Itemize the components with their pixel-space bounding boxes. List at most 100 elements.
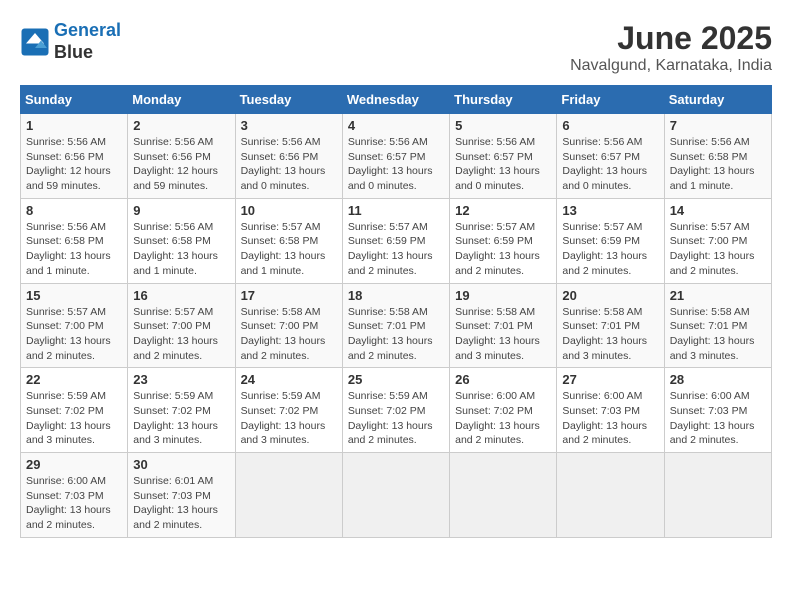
- header-monday: Monday: [128, 86, 235, 114]
- day-info: Sunrise: 5:56 AMSunset: 6:56 PMDaylight:…: [241, 135, 337, 194]
- day-number: 26: [455, 372, 551, 387]
- logo-text-blue: Blue: [54, 42, 93, 62]
- table-cell: 22 Sunrise: 5:59 AMSunset: 7:02 PMDayligh…: [21, 368, 128, 453]
- title-section: June 2025 Navalgund, Karnataka, India: [570, 20, 772, 75]
- day-number: 11: [348, 203, 444, 218]
- table-cell: 7 Sunrise: 5:56 AMSunset: 6:58 PMDaylight…: [664, 114, 771, 199]
- logo: General Blue: [20, 20, 121, 63]
- table-cell: 3 Sunrise: 5:56 AMSunset: 6:56 PMDaylight…: [235, 114, 342, 199]
- table-row: 8 Sunrise: 5:56 AMSunset: 6:58 PMDaylight…: [21, 198, 772, 283]
- day-number: 19: [455, 288, 551, 303]
- table-cell: 13 Sunrise: 5:57 AMSunset: 6:59 PMDayligh…: [557, 198, 664, 283]
- day-number: 23: [133, 372, 229, 387]
- day-number: 8: [26, 203, 122, 218]
- day-number: 28: [670, 372, 766, 387]
- day-number: 20: [562, 288, 658, 303]
- table-cell: 29Sunrise: 6:00 AMSunset: 7:03 PMDayligh…: [21, 453, 128, 538]
- day-number: 2: [133, 118, 229, 133]
- day-number: 1: [26, 118, 122, 133]
- calendar-title: June 2025: [570, 20, 772, 57]
- table-cell: [235, 453, 342, 538]
- day-number: 17: [241, 288, 337, 303]
- header-friday: Friday: [557, 86, 664, 114]
- day-info: Sunrise: 5:57 AMSunset: 6:58 PMDaylight:…: [241, 220, 337, 279]
- table-row: 15 Sunrise: 5:57 AMSunset: 7:00 PMDayligh…: [21, 283, 772, 368]
- day-number: 7: [670, 118, 766, 133]
- day-info: Sunrise: 6:00 AMSunset: 7:03 PMDaylight:…: [562, 389, 658, 448]
- day-info: Sunrise: 5:57 AMSunset: 7:00 PMDaylight:…: [670, 220, 766, 279]
- header-tuesday: Tuesday: [235, 86, 342, 114]
- day-number: 27: [562, 372, 658, 387]
- table-cell: 15Sunrise: 5:57 AMSunset: 7:00 PMDayligh…: [21, 283, 128, 368]
- header-saturday: Saturday: [664, 86, 771, 114]
- day-info: Sunrise: 5:58 AMSunset: 7:01 PMDaylight:…: [670, 305, 766, 364]
- table-cell: 14 Sunrise: 5:57 AMSunset: 7:00 PMDayligh…: [664, 198, 771, 283]
- table-cell: [342, 453, 449, 538]
- table-cell: 6 Sunrise: 5:56 AMSunset: 6:57 PMDaylight…: [557, 114, 664, 199]
- day-info: Sunrise: 5:56 AMSunset: 6:57 PMDaylight:…: [348, 135, 444, 194]
- calendar-subtitle: Navalgund, Karnataka, India: [570, 57, 772, 75]
- day-info: Sunrise: 6:00 AMSunset: 7:02 PMDaylight:…: [455, 389, 551, 448]
- day-number: 24: [241, 372, 337, 387]
- day-info: Sunrise: 5:57 AMSunset: 7:00 PMDaylight:…: [133, 305, 229, 364]
- table-cell: 18Sunrise: 5:58 AMSunset: 7:01 PMDayligh…: [342, 283, 449, 368]
- logo-text-general: General: [54, 20, 121, 40]
- day-info: Sunrise: 5:59 AMSunset: 7:02 PMDaylight:…: [26, 389, 122, 448]
- day-info: Sunrise: 6:01 AMSunset: 7:03 PMDaylight:…: [133, 474, 229, 533]
- day-number: 16: [133, 288, 229, 303]
- table-cell: 27 Sunrise: 6:00 AMSunset: 7:03 PMDayligh…: [557, 368, 664, 453]
- header-wednesday: Wednesday: [342, 86, 449, 114]
- day-number: 5: [455, 118, 551, 133]
- day-info: Sunrise: 5:56 AMSunset: 6:57 PMDaylight:…: [562, 135, 658, 194]
- day-number: 10: [241, 203, 337, 218]
- day-number: 13: [562, 203, 658, 218]
- day-number: 15: [26, 288, 122, 303]
- day-number: 12: [455, 203, 551, 218]
- day-number: 25: [348, 372, 444, 387]
- table-row: 29Sunrise: 6:00 AMSunset: 7:03 PMDayligh…: [21, 453, 772, 538]
- logo-icon: [20, 27, 50, 57]
- days-header-row: Sunday Monday Tuesday Wednesday Thursday…: [21, 86, 772, 114]
- day-info: Sunrise: 5:57 AMSunset: 6:59 PMDaylight:…: [455, 220, 551, 279]
- day-number: 30: [133, 457, 229, 472]
- table-cell: 11 Sunrise: 5:57 AMSunset: 6:59 PMDayligh…: [342, 198, 449, 283]
- table-cell: [664, 453, 771, 538]
- day-number: 3: [241, 118, 337, 133]
- day-number: 21: [670, 288, 766, 303]
- table-cell: 20 Sunrise: 5:58 AMSunset: 7:01 PMDayligh…: [557, 283, 664, 368]
- table-cell: 5Sunrise: 5:56 AMSunset: 6:57 PMDaylight…: [450, 114, 557, 199]
- day-number: 22: [26, 372, 122, 387]
- day-info: Sunrise: 5:56 AMSunset: 6:58 PMDaylight:…: [26, 220, 122, 279]
- day-info: Sunrise: 5:56 AMSunset: 6:58 PMDaylight:…: [670, 135, 766, 194]
- table-cell: 9Sunrise: 5:56 AMSunset: 6:58 PMDaylight…: [128, 198, 235, 283]
- day-number: 6: [562, 118, 658, 133]
- day-info: Sunrise: 5:57 AMSunset: 6:59 PMDaylight:…: [562, 220, 658, 279]
- day-info: Sunrise: 6:00 AMSunset: 7:03 PMDaylight:…: [670, 389, 766, 448]
- table-cell: 30 Sunrise: 6:01 AMSunset: 7:03 PMDayligh…: [128, 453, 235, 538]
- header-sunday: Sunday: [21, 86, 128, 114]
- table-cell: 17 Sunrise: 5:58 AMSunset: 7:00 PMDayligh…: [235, 283, 342, 368]
- day-number: 9: [133, 203, 229, 218]
- table-cell: 26 Sunrise: 6:00 AMSunset: 7:02 PMDayligh…: [450, 368, 557, 453]
- header-thursday: Thursday: [450, 86, 557, 114]
- table-cell: 16 Sunrise: 5:57 AMSunset: 7:00 PMDayligh…: [128, 283, 235, 368]
- table-cell: 24Sunrise: 5:59 AMSunset: 7:02 PMDayligh…: [235, 368, 342, 453]
- table-cell: 28 Sunrise: 6:00 AMSunset: 7:03 PMDayligh…: [664, 368, 771, 453]
- day-info: Sunrise: 5:58 AMSunset: 7:01 PMDaylight:…: [348, 305, 444, 364]
- table-cell: 8 Sunrise: 5:56 AMSunset: 6:58 PMDaylight…: [21, 198, 128, 283]
- day-info: Sunrise: 5:57 AMSunset: 6:59 PMDaylight:…: [348, 220, 444, 279]
- day-info: Sunrise: 5:59 AMSunset: 7:02 PMDaylight:…: [348, 389, 444, 448]
- day-number: 14: [670, 203, 766, 218]
- table-cell: 21 Sunrise: 5:58 AMSunset: 7:01 PMDayligh…: [664, 283, 771, 368]
- table-cell: 12 Sunrise: 5:57 AMSunset: 6:59 PMDayligh…: [450, 198, 557, 283]
- table-cell: [557, 453, 664, 538]
- table-row: 22 Sunrise: 5:59 AMSunset: 7:02 PMDayligh…: [21, 368, 772, 453]
- calendar-table: Sunday Monday Tuesday Wednesday Thursday…: [20, 85, 772, 538]
- day-info: Sunrise: 5:56 AMSunset: 6:56 PMDaylight:…: [133, 135, 229, 194]
- day-info: Sunrise: 5:58 AMSunset: 7:01 PMDaylight:…: [562, 305, 658, 364]
- day-info: Sunrise: 5:58 AMSunset: 7:00 PMDaylight:…: [241, 305, 337, 364]
- table-cell: 1 Sunrise: 5:56 AMSunset: 6:56 PMDaylight…: [21, 114, 128, 199]
- day-info: Sunrise: 5:56 AMSunset: 6:56 PMDaylight:…: [26, 135, 122, 194]
- page-header: General Blue June 2025 Navalgund, Karnat…: [20, 20, 772, 75]
- day-number: 29: [26, 457, 122, 472]
